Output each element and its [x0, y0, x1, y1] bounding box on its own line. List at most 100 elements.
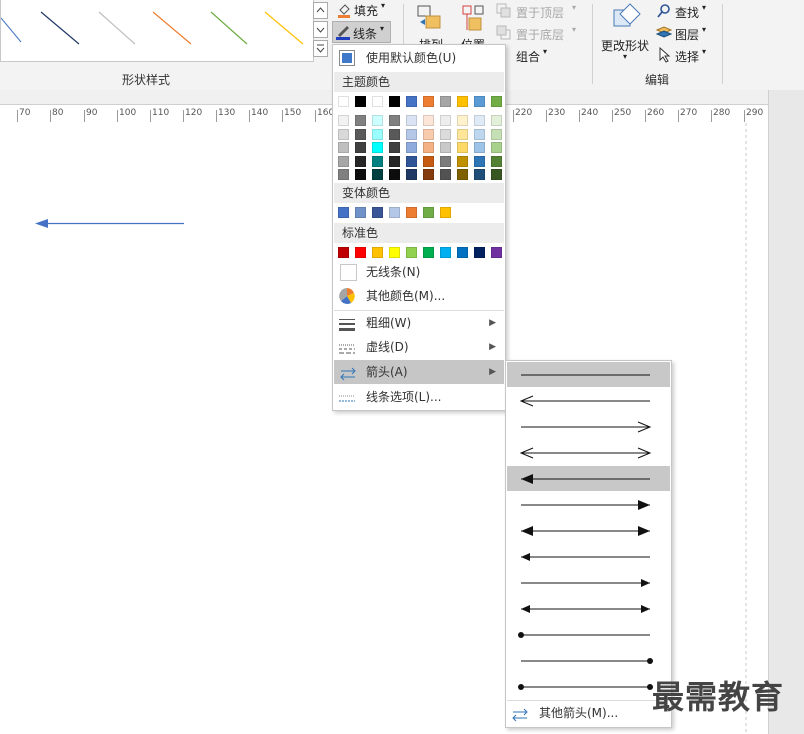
theme-shade-swatch[interactable] — [406, 142, 417, 153]
send-to-back-button[interactable]: 置于底层 ▾ — [496, 24, 586, 42]
standard-color-swatch[interactable] — [338, 247, 349, 258]
theme-shade-swatch[interactable] — [372, 155, 383, 167]
theme-shade-swatch[interactable] — [338, 142, 349, 153]
theme-shade-swatch[interactable] — [423, 169, 434, 180]
more-colors-item[interactable]: 其他颜色(M)... — [334, 284, 504, 308]
variant-color-swatch[interactable] — [423, 207, 434, 218]
theme-color-swatch[interactable] — [474, 96, 485, 107]
theme-shade-swatch[interactable] — [423, 155, 434, 167]
variant-color-swatch[interactable] — [372, 207, 383, 218]
theme-shade-swatch[interactable] — [372, 128, 383, 140]
theme-shade-swatch[interactable] — [406, 169, 417, 180]
theme-shade-swatch[interactable] — [423, 128, 434, 140]
standard-color-swatch[interactable] — [406, 247, 417, 258]
theme-shade-swatch[interactable] — [440, 128, 451, 140]
layers-button[interactable]: 图层 ▾ — [655, 24, 716, 42]
theme-shade-swatch[interactable] — [389, 142, 400, 153]
theme-shade-swatch[interactable] — [355, 128, 366, 140]
line-button[interactable]: 线条 ▾ — [332, 21, 391, 43]
theme-shade-swatch[interactable] — [440, 142, 451, 153]
standard-color-swatch[interactable] — [355, 247, 366, 258]
theme-shade-swatch[interactable] — [491, 128, 502, 140]
change-shape-button[interactable]: 更改形状 ▾ — [600, 2, 652, 62]
use-default-color-item[interactable]: 使用默认颜色(U) — [334, 46, 504, 70]
theme-shade-swatch[interactable] — [372, 169, 383, 180]
variant-color-swatch[interactable] — [355, 207, 366, 218]
standard-color-swatch[interactable] — [457, 247, 468, 258]
theme-color-swatch[interactable] — [355, 96, 366, 107]
bring-to-front-button[interactable]: 置于顶层 ▾ — [496, 2, 586, 20]
theme-shade-swatch[interactable] — [491, 169, 502, 180]
theme-shade-swatch[interactable] — [491, 115, 502, 126]
theme-shade-swatch[interactable] — [491, 142, 502, 153]
select-button[interactable]: 选择 ▾ — [656, 46, 716, 64]
theme-shade-swatch[interactable] — [406, 155, 417, 167]
theme-shade-swatch[interactable] — [355, 169, 366, 180]
arrow-shape[interactable] — [30, 214, 190, 234]
theme-shade-swatch[interactable] — [355, 155, 366, 167]
gallery-down-button[interactable] — [313, 21, 328, 38]
theme-shade-swatch[interactable] — [406, 115, 417, 126]
theme-color-swatch[interactable] — [406, 96, 417, 107]
standard-color-swatch[interactable] — [372, 247, 383, 258]
theme-shade-swatch[interactable] — [474, 128, 485, 140]
theme-shade-swatch[interactable] — [440, 115, 451, 126]
theme-shade-swatch[interactable] — [457, 142, 468, 153]
fill-button[interactable]: 填充 ▾ — [333, 0, 393, 19]
standard-color-swatch[interactable] — [389, 247, 400, 258]
theme-shade-swatch[interactable] — [355, 115, 366, 126]
dash-item[interactable]: 虚线(D) ▶ — [334, 335, 504, 359]
theme-shade-swatch[interactable] — [474, 169, 485, 180]
arrange-button[interactable]: 排列 — [413, 4, 447, 52]
variant-color-swatch[interactable] — [338, 207, 349, 218]
theme-shade-swatch[interactable] — [457, 169, 468, 180]
line-weight-item[interactable]: 粗细(W) ▶ — [334, 311, 504, 335]
theme-shade-swatch[interactable] — [440, 155, 451, 167]
theme-shade-swatch[interactable] — [457, 155, 468, 167]
standard-color-swatch[interactable] — [440, 247, 451, 258]
theme-shade-swatch[interactable] — [474, 142, 485, 153]
theme-shade-swatch[interactable] — [372, 115, 383, 126]
theme-shade-swatch[interactable] — [355, 142, 366, 153]
more-arrows-item[interactable]: 其他箭头(M)... — [507, 701, 670, 725]
theme-color-swatch[interactable] — [440, 96, 451, 107]
theme-shade-swatch[interactable] — [491, 155, 502, 167]
arrows-item[interactable]: 箭头(A) ▶ — [334, 360, 504, 384]
theme-color-swatch[interactable] — [372, 96, 383, 107]
standard-color-swatch[interactable] — [474, 247, 485, 258]
theme-shade-swatch[interactable] — [338, 169, 349, 180]
theme-shade-swatch[interactable] — [423, 115, 434, 126]
theme-shade-swatch[interactable] — [389, 169, 400, 180]
theme-shade-swatch[interactable] — [457, 115, 468, 126]
theme-shade-swatch[interactable] — [423, 142, 434, 153]
theme-color-swatch[interactable] — [338, 96, 349, 107]
vertical-scrollbar[interactable] — [768, 90, 804, 734]
variant-color-swatch[interactable] — [389, 207, 400, 218]
theme-shade-swatch[interactable] — [389, 128, 400, 140]
variant-color-swatch[interactable] — [440, 207, 451, 218]
theme-shade-swatch[interactable] — [389, 155, 400, 167]
theme-color-swatch[interactable] — [491, 96, 502, 107]
shape-style-gallery[interactable] — [0, 0, 314, 62]
variant-color-swatch[interactable] — [406, 207, 417, 218]
theme-shade-swatch[interactable] — [338, 128, 349, 140]
theme-color-swatch[interactable] — [457, 96, 468, 107]
theme-color-swatch[interactable] — [423, 96, 434, 107]
position-button[interactable]: 位置 — [456, 4, 490, 52]
find-button[interactable]: 查找 ▾ — [656, 2, 716, 20]
no-line-item[interactable]: 无线条(N) — [334, 260, 504, 284]
gallery-more-button[interactable] — [313, 40, 328, 57]
theme-shade-swatch[interactable] — [406, 128, 417, 140]
theme-shade-swatch[interactable] — [389, 115, 400, 126]
standard-color-swatch[interactable] — [423, 247, 434, 258]
line-options-item[interactable]: 线条选项(L)... — [334, 385, 504, 409]
theme-color-swatch[interactable] — [389, 96, 400, 107]
group-button[interactable]: 组合 ▾ — [496, 46, 566, 64]
theme-shade-swatch[interactable] — [457, 128, 468, 140]
standard-color-swatch[interactable] — [491, 247, 502, 258]
line-style-previews[interactable] — [0, 0, 313, 60]
theme-shade-swatch[interactable] — [338, 115, 349, 126]
theme-shade-swatch[interactable] — [372, 142, 383, 153]
theme-shade-swatch[interactable] — [474, 155, 485, 167]
theme-shade-swatch[interactable] — [474, 115, 485, 126]
